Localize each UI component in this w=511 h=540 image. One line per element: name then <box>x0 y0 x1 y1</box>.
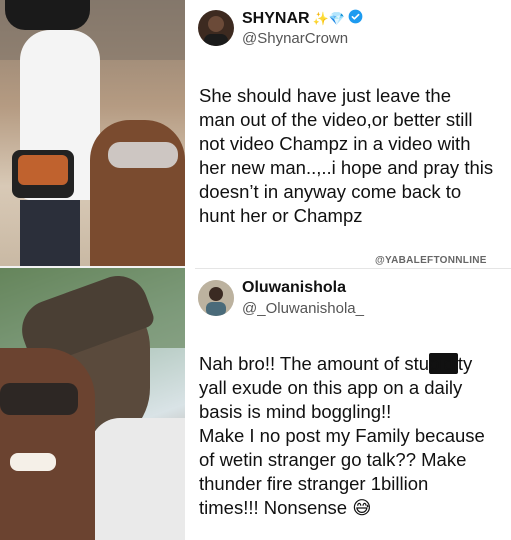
name-emojis: ✨💎 <box>312 11 345 26</box>
photo-selfie <box>0 268 185 540</box>
photo-couple-eating <box>0 0 185 266</box>
handle[interactable]: @_Oluwanishola_ <box>242 300 364 317</box>
tweet2-header: Oluwanishola <box>242 279 346 297</box>
tweets-column: SHYNAR ✨💎 @ShynarCrown She should have j… <box>185 0 511 540</box>
redacted-text: pidi <box>429 353 458 374</box>
avatar-oluwanishola[interactable] <box>198 280 234 316</box>
tweet-text: Nah bro!! The amount of stupidity yall e… <box>199 352 511 520</box>
photo-column <box>0 0 185 540</box>
display-name[interactable]: Oluwanishola <box>242 279 346 297</box>
tweet-text: She should have just leave the man out o… <box>199 85 494 226</box>
tweet-text-part: ty yall exude on this app on a daily bas… <box>199 353 485 518</box>
handle[interactable]: @ShynarCrown <box>242 30 348 47</box>
display-name[interactable]: SHYNAR <box>242 10 310 28</box>
avatar-shynar[interactable] <box>198 10 234 46</box>
verified-badge-icon <box>348 9 363 29</box>
watermark: @YABALEFTONNLINE <box>375 255 487 266</box>
tweet-separator <box>195 268 511 269</box>
tweet1-header: SHYNAR ✨💎 <box>242 9 363 29</box>
tweet-text-part: Nah bro!! The amount of stu <box>199 353 430 374</box>
